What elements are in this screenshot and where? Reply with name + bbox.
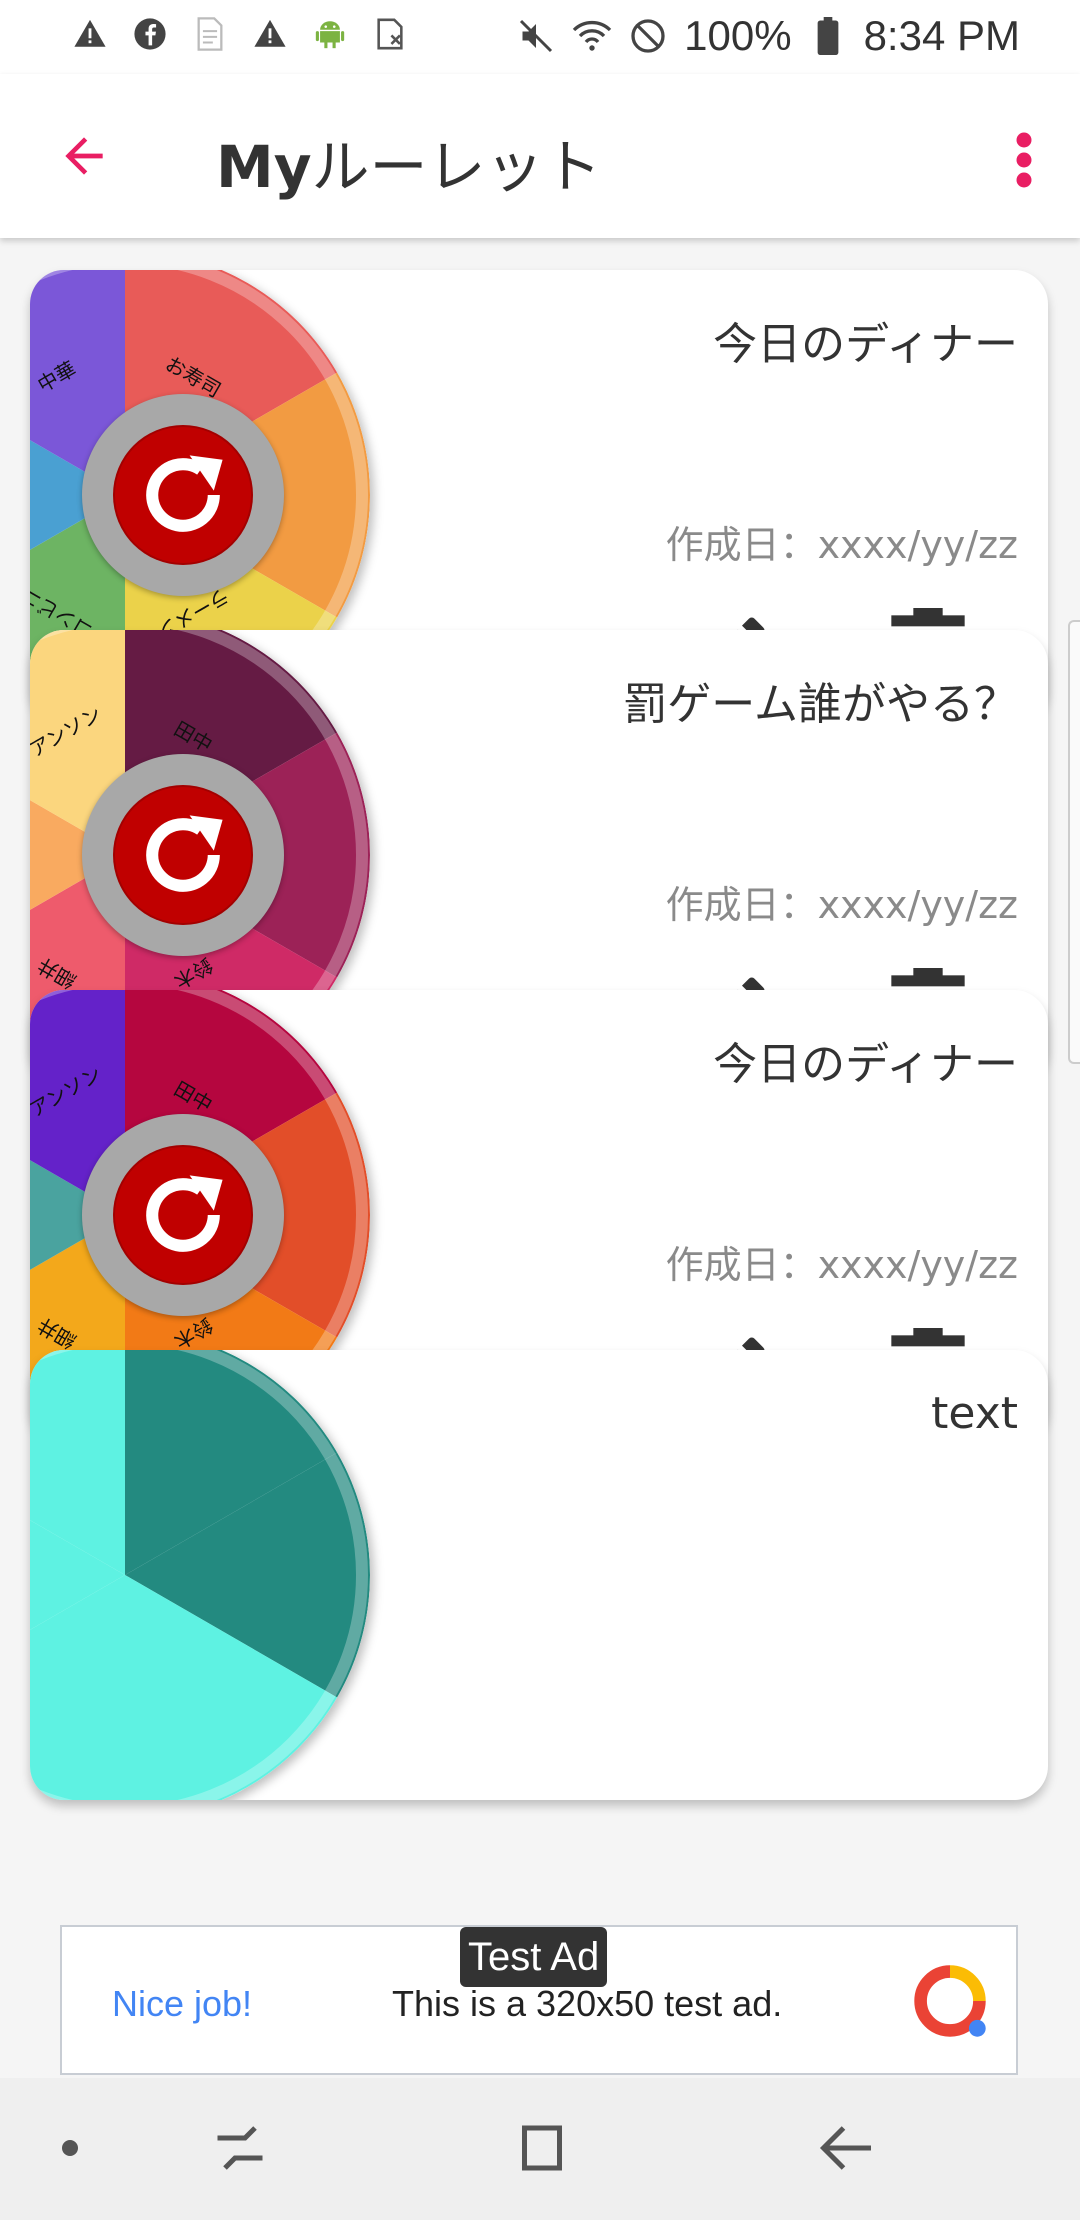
nav-dot-icon[interactable] — [62, 2140, 78, 2156]
alert-icon — [70, 14, 110, 54]
file-icon — [190, 14, 230, 54]
card-title: text — [931, 1388, 1018, 1439]
system-icons: 100% 8:34 PM — [516, 12, 1020, 60]
ad-logo-icon — [914, 1965, 986, 2037]
alert-icon — [250, 14, 290, 54]
card-title: 今日のディナー — [713, 1039, 1018, 1090]
more-vert-icon — [1016, 132, 1032, 188]
spin-icon — [146, 455, 223, 532]
clock: 8:34 PM — [863, 12, 1020, 59]
roulette-card[interactable]: text — [30, 1350, 1048, 1800]
spin-icon — [146, 815, 223, 892]
facebook-icon — [130, 14, 170, 54]
recent-apps-icon[interactable] — [210, 2118, 270, 2178]
blocked-icon — [628, 16, 668, 56]
card-title: 今日のディナー — [713, 319, 1018, 370]
ad-headline: Nice job! — [112, 1983, 253, 2024]
home-icon[interactable] — [512, 2118, 572, 2178]
page-title-rest: ルーレット — [311, 133, 602, 201]
card-title: 罰ゲーム誰がやる？ — [623, 679, 1018, 730]
status-bar: 100% 8:34 PM — [0, 0, 1080, 74]
page-title-bold: My — [216, 133, 312, 201]
card-created-date: 作成日：xxxx/yy/zz — [665, 883, 1018, 927]
card-created-date: 作成日：xxxx/yy/zz — [665, 1243, 1018, 1287]
battery-icon — [808, 16, 848, 56]
test-ad-label: Test Ad — [460, 1927, 608, 1987]
spin-button[interactable] — [82, 1114, 284, 1316]
battery-level: 100% — [684, 12, 792, 59]
overflow-menu-button[interactable] — [994, 120, 1054, 200]
ad-text: This is a 320x50 test ad. — [392, 1983, 783, 2024]
system-nav-bar — [0, 2078, 1080, 2220]
spin-icon — [146, 1175, 223, 1252]
app-bar: Myルーレット — [0, 74, 1080, 238]
card-created-date: 作成日：xxxx/yy/zz — [665, 523, 1018, 567]
nav-back-icon[interactable] — [816, 2118, 876, 2178]
android-icon — [310, 14, 350, 54]
wifi-icon — [572, 16, 612, 56]
no-sim-icon — [370, 14, 410, 54]
mute-icon — [516, 16, 556, 56]
roulette-wheel — [30, 1350, 370, 1800]
page-title: Myルーレット — [216, 120, 602, 204]
arrow-back-icon — [65, 137, 103, 175]
notification-icons — [70, 14, 410, 54]
spin-button[interactable] — [82, 754, 284, 956]
roulette-list: お寿司焼き肉ラーメンコンビニ串カツ中華 今日のディナー 作成日：xxxx/yy/… — [0, 238, 1080, 2080]
spin-button[interactable] — [82, 394, 284, 596]
back-button[interactable] — [44, 116, 124, 196]
